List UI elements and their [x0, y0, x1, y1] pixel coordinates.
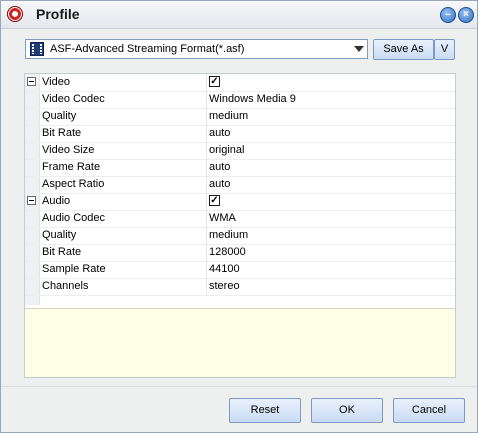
column-divider — [206, 244, 207, 261]
minimize-icon[interactable]: – — [440, 7, 456, 23]
format-selected-value: ASF-Advanced Streaming Format(*.asf) — [50, 43, 245, 55]
property-value[interactable]: auto — [209, 161, 230, 173]
category-audio[interactable]: Audio ✓ — [25, 193, 455, 211]
column-divider — [206, 74, 207, 91]
app-logo-icon — [7, 6, 23, 22]
save-as-button[interactable]: Save As — [373, 39, 434, 60]
video-enabled-checkbox[interactable]: ✓ — [209, 76, 220, 87]
property-name: Audio Codec — [42, 212, 105, 224]
property-row[interactable]: Quality medium — [25, 227, 455, 245]
column-divider — [206, 125, 207, 142]
property-value[interactable]: Windows Media 9 — [209, 93, 296, 105]
film-icon — [30, 42, 44, 56]
save-as-menu-button[interactable]: V — [434, 39, 455, 60]
property-name: Frame Rate — [42, 161, 101, 173]
close-icon[interactable]: × — [458, 7, 474, 23]
property-name: Quality — [42, 110, 77, 122]
property-name: Video Codec — [42, 93, 105, 105]
property-row[interactable]: Sample Rate 44100 — [25, 261, 455, 279]
description-panel — [25, 308, 455, 377]
collapse-icon[interactable] — [27, 196, 36, 205]
property-name: Bit Rate — [42, 127, 82, 139]
column-divider — [206, 108, 207, 125]
window-title: Profile — [36, 6, 80, 22]
cancel-button[interactable]: Cancel — [393, 398, 465, 423]
ok-button[interactable]: OK — [311, 398, 383, 423]
format-dropdown[interactable]: ASF-Advanced Streaming Format(*.asf) — [25, 39, 368, 59]
audio-enabled-checkbox[interactable]: ✓ — [209, 195, 220, 206]
column-divider — [206, 193, 207, 210]
property-name: Sample Rate — [42, 263, 106, 275]
title-bar[interactable]: Profile – × — [1, 1, 477, 29]
property-row[interactable]: Bit Rate 128000 — [25, 244, 455, 262]
property-row[interactable]: Audio Codec WMA — [25, 210, 455, 228]
property-value[interactable]: WMA — [209, 212, 236, 224]
property-name: Video Size — [42, 144, 95, 156]
column-divider — [206, 210, 207, 227]
category-label: Audio — [42, 195, 71, 207]
category-video[interactable]: Video ✓ — [25, 74, 455, 92]
category-label: Video — [42, 76, 70, 88]
property-name: Aspect Ratio — [42, 178, 105, 190]
column-divider — [206, 142, 207, 159]
property-value[interactable]: 44100 — [209, 263, 240, 275]
collapse-icon[interactable] — [27, 77, 36, 86]
property-row[interactable]: Video Codec Windows Media 9 — [25, 91, 455, 109]
property-value[interactable]: stereo — [209, 280, 240, 292]
property-value[interactable]: original — [209, 144, 244, 156]
column-divider — [206, 176, 207, 193]
property-value[interactable]: 128000 — [209, 246, 246, 258]
property-row[interactable]: Video Size original — [25, 142, 455, 160]
column-divider — [206, 261, 207, 278]
property-row[interactable]: Quality medium — [25, 108, 455, 126]
property-grid: Video ✓ Video Codec Windows Media 9 Qual… — [24, 73, 456, 378]
column-divider — [206, 278, 207, 295]
property-value[interactable]: auto — [209, 127, 230, 139]
property-row[interactable]: Bit Rate auto — [25, 125, 455, 143]
reset-button[interactable]: Reset — [229, 398, 301, 423]
column-divider — [206, 91, 207, 108]
property-row[interactable]: Channels stereo — [25, 278, 455, 296]
chevron-down-icon[interactable] — [354, 46, 364, 52]
property-row[interactable]: Aspect Ratio auto — [25, 176, 455, 194]
property-row[interactable]: Frame Rate auto — [25, 159, 455, 177]
property-value[interactable]: medium — [209, 229, 248, 241]
property-value[interactable]: auto — [209, 178, 230, 190]
property-name: Quality — [42, 229, 77, 241]
property-name: Bit Rate — [42, 246, 82, 258]
property-value[interactable]: medium — [209, 110, 248, 122]
property-name: Channels — [42, 280, 89, 292]
profile-dialog: Profile – × ASF-Advanced Streaming Forma… — [0, 0, 478, 433]
column-divider — [206, 227, 207, 244]
footer-divider — [1, 386, 477, 387]
column-divider — [206, 159, 207, 176]
